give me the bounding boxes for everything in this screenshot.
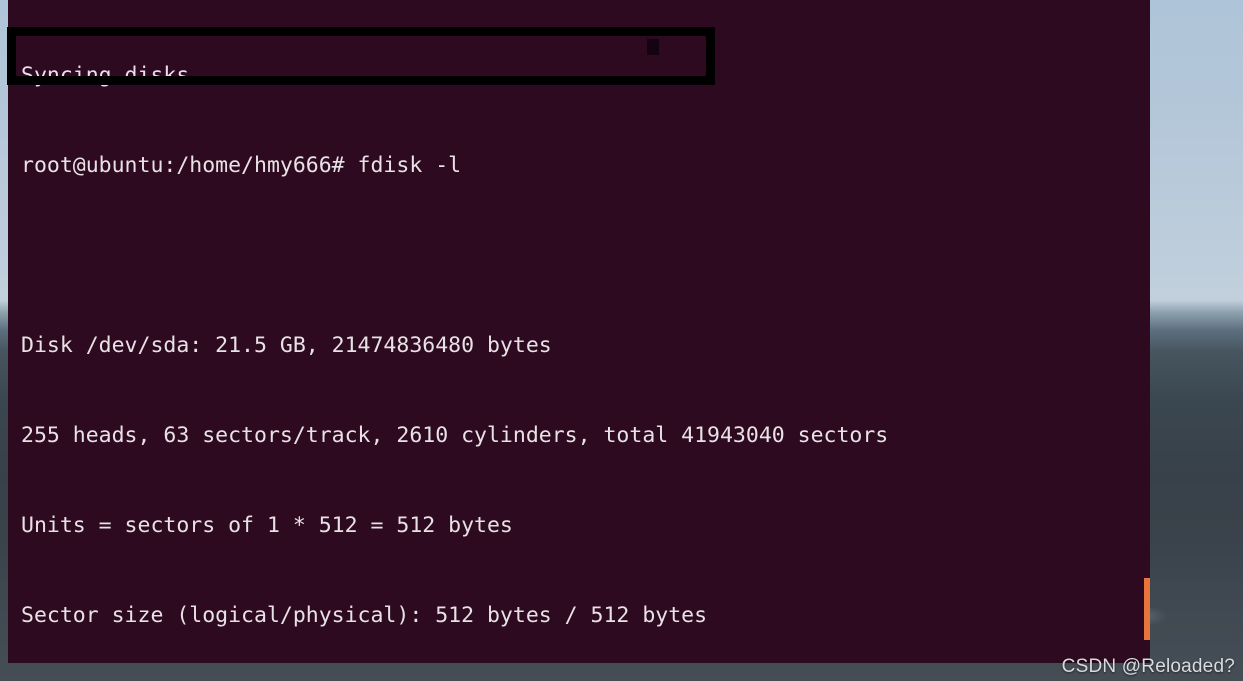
terminal-line: Syncing disks. <box>21 63 203 88</box>
terminal-cursor <box>647 39 659 55</box>
watermark-text: CSDN @Reloaded? <box>1061 656 1235 677</box>
terminal-prompt-line: root@ubuntu:/home/hmy666# fdisk -l <box>21 153 462 178</box>
terminal-line: Sector size (logical/physical): 512 byte… <box>21 603 708 628</box>
terminal-window[interactable]: Syncing disks. root@ubuntu:/home/hmy666#… <box>8 0 1150 663</box>
terminal-output: Syncing disks. root@ubuntu:/home/hmy666#… <box>21 0 1150 663</box>
terminal-line: Disk /dev/sda: 21.5 GB, 21474836480 byte… <box>21 333 552 358</box>
terminal-line: 255 heads, 63 sectors/track, 2610 cylind… <box>21 423 889 448</box>
terminal-line: Units = sectors of 1 * 512 = 512 bytes <box>21 513 513 538</box>
terminal-scrollbar[interactable] <box>1144 578 1150 640</box>
